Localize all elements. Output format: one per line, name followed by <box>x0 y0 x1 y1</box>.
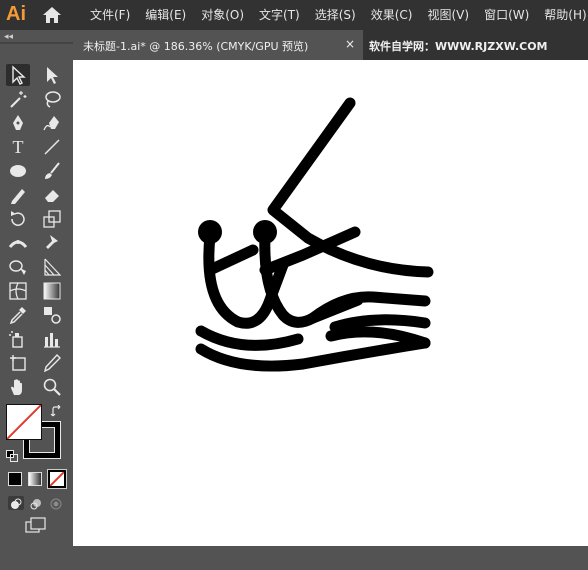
hand-icon <box>11 379 22 395</box>
line-segment-tool[interactable] <box>40 136 64 158</box>
artboard-icon <box>10 355 26 371</box>
screen-mode-icon <box>25 517 46 533</box>
scale-tool[interactable] <box>40 208 64 230</box>
selection-arrow-icon <box>12 65 26 85</box>
slice-tool[interactable] <box>40 352 64 374</box>
lasso-tool[interactable] <box>40 88 64 110</box>
paintbrush-tool[interactable] <box>40 160 64 182</box>
column-graph-icon <box>44 333 60 348</box>
mesh-icon <box>9 282 27 300</box>
curvature-tool[interactable] <box>40 112 64 134</box>
color-mode-button[interactable] <box>8 472 22 486</box>
none-mode-button[interactable] <box>48 470 66 488</box>
app-logo: Ai <box>6 3 26 25</box>
stick-figures-artwork <box>195 97 434 372</box>
menu-effect[interactable]: 效果(C) <box>371 0 413 30</box>
toolbox: T <box>2 64 70 570</box>
mesh-tool[interactable] <box>6 280 30 302</box>
menu-list: 文件(F) 编辑(E) 对象(O) 文字(T) 选择(S) 效果(C) 视图(V… <box>90 0 588 30</box>
shape-builder-tool[interactable] <box>6 256 30 278</box>
panel-grip[interactable] <box>0 42 73 44</box>
type-tool[interactable]: T <box>6 136 30 158</box>
figure-1-head <box>198 220 222 244</box>
zoom-tool[interactable] <box>40 376 64 398</box>
magic-wand-tool[interactable] <box>6 88 30 110</box>
menu-select[interactable]: 选择(S) <box>315 0 356 30</box>
symbol-sprayer-icon <box>9 331 23 348</box>
eraser-icon <box>45 190 59 202</box>
wave-right-1 <box>329 314 431 333</box>
menu-object[interactable]: 对象(O) <box>201 0 244 30</box>
eyedropper-icon <box>9 307 26 325</box>
figure-1-arm <box>204 244 259 276</box>
pencil-icon <box>11 189 25 204</box>
rotate-icon <box>11 211 25 226</box>
eyedropper-tool[interactable] <box>6 304 30 326</box>
document-tab-bar: 未标题-1.ai* @ 186.36% (CMYK/GPU 预览) × 软件自学… <box>73 30 588 60</box>
menu-bar: Ai 文件(F) 编辑(E) 对象(O) 文字(T) 选择(S) 效果(C) 视… <box>0 0 588 30</box>
selection-tool[interactable] <box>6 64 30 86</box>
column-graph-tool[interactable] <box>40 328 64 350</box>
eraser-tool[interactable] <box>40 184 64 206</box>
shaper-tool[interactable] <box>6 184 30 206</box>
type-t-icon: T <box>12 137 24 157</box>
pin-icon <box>46 235 58 249</box>
document-tab[interactable]: 未标题-1.ai* @ 186.36% (CMYK/GPU 预览) × <box>73 30 363 60</box>
curvature-pen-icon <box>43 116 59 131</box>
menu-help[interactable]: 帮助(H) <box>544 0 586 30</box>
rotate-tool[interactable] <box>6 208 30 230</box>
diagonal-stroke <box>267 97 434 278</box>
home-icon[interactable] <box>42 6 62 24</box>
default-fill-stroke-icon[interactable] <box>6 447 18 462</box>
gradient-mode-button[interactable] <box>28 472 42 486</box>
tools-panel: ◂◂ T <box>0 30 73 570</box>
gradient-tool[interactable] <box>40 280 64 302</box>
paintbrush-icon <box>45 162 60 179</box>
wave-middle-left <box>195 325 304 351</box>
draw-normal-button[interactable] <box>8 496 24 510</box>
blend-tool[interactable] <box>40 304 64 326</box>
perspective-grid-icon <box>44 258 62 276</box>
none-slash-icon <box>50 472 64 486</box>
ellipse-icon <box>10 165 26 177</box>
no-fill-slash-icon <box>7 405 41 439</box>
pen-nib-icon <box>13 115 23 130</box>
puppet-warp-tool[interactable] <box>40 232 64 254</box>
menu-window[interactable]: 窗口(W) <box>484 0 529 30</box>
menu-view[interactable]: 视图(V) <box>427 0 469 30</box>
artboard-tool[interactable] <box>6 352 30 374</box>
swap-fill-stroke-icon[interactable] <box>50 404 64 418</box>
magic-wand-icon <box>10 91 27 108</box>
menu-file[interactable]: 文件(F) <box>90 0 130 30</box>
blend-icon <box>44 307 61 324</box>
collapse-panel-button[interactable]: ◂◂ <box>4 32 13 42</box>
lasso-icon <box>45 91 61 108</box>
menu-edit[interactable]: 编辑(E) <box>145 0 186 30</box>
site-watermark-label: 软件自学网：WWW.RJZXW.COM <box>369 40 548 53</box>
close-tab-icon[interactable]: × <box>345 37 355 51</box>
ellipse-tool[interactable] <box>6 160 30 182</box>
symbol-sprayer-tool[interactable] <box>6 328 30 350</box>
width-tool[interactable] <box>6 232 30 254</box>
document-tab-title: 未标题-1.ai* @ 186.36% (CMYK/GPU 预览) <box>83 40 309 53</box>
screen-mode-button[interactable] <box>24 516 48 536</box>
line-segment-icon <box>44 139 60 155</box>
direct-selection-arrow-icon <box>47 67 58 84</box>
pen-tool[interactable] <box>6 112 30 134</box>
direct-selection-tool[interactable] <box>40 64 64 86</box>
fill-swatch[interactable] <box>6 404 42 440</box>
hand-tool[interactable] <box>6 376 30 398</box>
figure-2-head <box>253 220 277 244</box>
draw-inside-button[interactable] <box>48 496 64 510</box>
slice-knife-icon <box>43 353 61 373</box>
artboard-canvas[interactable] <box>73 60 588 546</box>
shape-builder-icon <box>9 260 26 275</box>
menu-type[interactable]: 文字(T) <box>259 0 300 30</box>
draw-behind-button[interactable] <box>28 496 44 510</box>
scale-icon <box>43 210 61 228</box>
gradient-icon <box>43 282 61 300</box>
perspective-grid-tool[interactable] <box>40 256 64 278</box>
magnifier-icon <box>43 378 61 396</box>
width-icon <box>8 240 28 248</box>
